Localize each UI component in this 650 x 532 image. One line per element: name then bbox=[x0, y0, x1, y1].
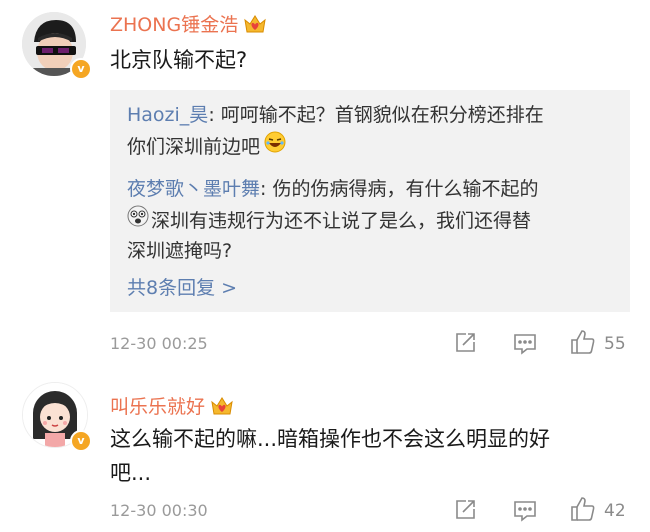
reply-item-cont: 深圳遮掩吗? bbox=[127, 236, 232, 267]
like-count: 55 bbox=[604, 334, 626, 354]
reply-text: 呵呵输不起？首钢貌似在积分榜还排在 bbox=[220, 104, 544, 126]
comment-text: 北京队输不起? bbox=[110, 48, 248, 72]
reply-text: 你们深圳前边吧 bbox=[127, 135, 261, 158]
reply-list[interactable]: Haozi_昊: 呵呵输不起？首钢貌似在积分榜还排在 你们深圳前边吧 夜梦歌丶墨… bbox=[110, 90, 630, 312]
comment-icon[interactable] bbox=[513, 500, 537, 526]
verified-v-icon: v bbox=[70, 430, 92, 452]
comment-text-cont: 吧... bbox=[110, 461, 152, 485]
timestamp: 12-30 00:30 bbox=[110, 501, 208, 520]
reply-colon: : bbox=[260, 178, 273, 200]
username-text[interactable]: ZHONG锤金浩 bbox=[110, 10, 238, 37]
dizzy-emoji-icon bbox=[127, 205, 149, 237]
reply-username[interactable]: 夜梦歌丶墨叶舞 bbox=[127, 178, 260, 200]
reply-colon: : bbox=[208, 104, 221, 126]
username-text[interactable]: 叫乐乐就好 bbox=[110, 392, 205, 419]
comment-text: 这么输不起的嘛...暗箱操作也不会这么明显的好 bbox=[110, 427, 551, 451]
reply-text: 深圳有违规行为还不让说了是么，我们还得替 bbox=[151, 209, 532, 232]
share-icon[interactable] bbox=[454, 332, 476, 358]
username[interactable]: 叫乐乐就好 bbox=[110, 392, 233, 419]
comment-2: v 叫乐乐就好 这么输不起的嘛...暗箱操作也不会这么明显的好 吧... 12-… bbox=[0, 372, 650, 532]
crown-heart-icon bbox=[211, 396, 233, 416]
reply-item: 夜梦歌丶墨叶舞: 伤的伤病得病，有什么输不起的 bbox=[127, 174, 538, 205]
share-icon[interactable] bbox=[454, 499, 476, 525]
crown-heart-icon bbox=[244, 14, 266, 34]
laugh-emoji-icon bbox=[264, 131, 286, 163]
reply-item-cont: 你们深圳前边吧 bbox=[127, 131, 286, 163]
more-replies-link[interactable]: 共8条回复 > bbox=[127, 273, 237, 300]
reply-text: 深圳遮掩吗? bbox=[127, 240, 233, 262]
thumbs-up-icon[interactable] bbox=[570, 329, 596, 359]
comment-1: v ZHONG锤金浩 北京队输不起? Haozi_昊: 呵呵输不起？首钢貌似在积… bbox=[0, 0, 650, 370]
reply-text: 伤的伤病得病，有什么输不起的 bbox=[272, 178, 539, 200]
thumbs-up-icon[interactable] bbox=[570, 496, 596, 526]
comment-icon[interactable] bbox=[513, 333, 537, 359]
reply-username[interactable]: Haozi_昊 bbox=[127, 104, 208, 126]
verified-v-icon: v bbox=[70, 58, 92, 80]
reply-item: Haozi_昊: 呵呵输不起？首钢貌似在积分榜还排在 bbox=[127, 100, 544, 131]
username[interactable]: ZHONG锤金浩 bbox=[110, 10, 266, 37]
like-count: 42 bbox=[604, 501, 626, 521]
timestamp: 12-30 00:25 bbox=[110, 334, 208, 353]
reply-item-cont: 深圳有违规行为还不让说了是么，我们还得替 bbox=[127, 205, 531, 237]
